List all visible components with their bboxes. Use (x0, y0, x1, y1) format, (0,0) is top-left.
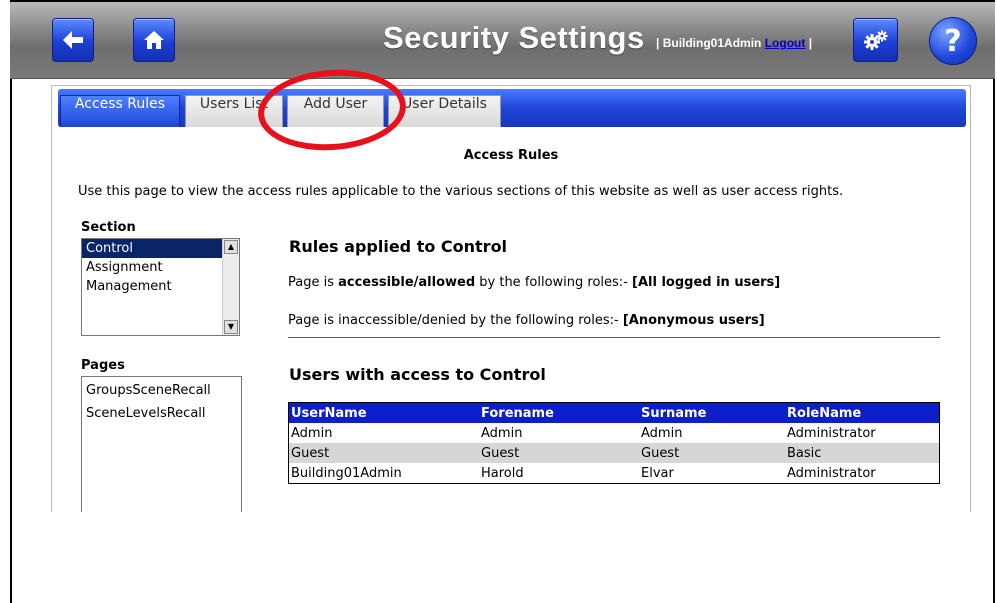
allowed-prefix: Page is (288, 275, 339, 290)
allowed-keyword: accessible/allowed (338, 275, 476, 290)
cell-surname: Guest (639, 443, 785, 463)
allowed-roles-line: Page is accessible/allowed by the follow… (288, 275, 780, 290)
divider (288, 337, 940, 338)
table-header-row: UserName Forename Surname RoleName (288, 402, 940, 423)
cell-rolename: Administrator (787, 425, 876, 441)
help-button[interactable]: ? (929, 17, 977, 65)
cell-username: Guest (288, 443, 479, 463)
cell-username: Building01Admin (291, 465, 402, 481)
denied-roles: [Anonymous users] (622, 313, 765, 328)
cell-username: Admin (291, 425, 333, 441)
users-title: Users with access to Control (289, 365, 546, 384)
allowed-mid: by the following roles:- (475, 275, 632, 290)
home-button[interactable] (133, 18, 175, 62)
tab-add-user[interactable]: Add User (287, 95, 384, 127)
denied-roles-line: Page is inaccessible/denied by the follo… (288, 313, 765, 328)
section-item-management[interactable]: Management (82, 277, 239, 296)
column-header-username[interactable]: UserName (288, 402, 479, 423)
tab-users-list[interactable]: Users List (185, 95, 283, 127)
settings-button[interactable] (853, 18, 898, 62)
rules-title: Rules applied to Control (289, 237, 508, 256)
scroll-down-icon[interactable]: ▼ (224, 320, 238, 334)
pages-item-groupsscenerecall[interactable]: GroupsSceneRecall (82, 379, 241, 402)
cell-surname: Elvar (641, 465, 674, 481)
section-listbox[interactable]: Control Assignment Management ▲ ▼ (81, 238, 240, 336)
header-bar: Security Settings | Building01Admin Logo… (10, 2, 995, 79)
back-arrow-icon (63, 31, 83, 49)
scroll-up-icon[interactable]: ▲ (224, 240, 238, 254)
home-icon (144, 31, 164, 49)
cell-surname: Admin (641, 425, 683, 441)
section-item-assignment[interactable]: Assignment (82, 258, 239, 277)
table-row[interactable]: Guest Guest Guest Basic (288, 443, 940, 463)
pages-item-scenelevelsrecall[interactable]: SceneLevelsRecall (82, 402, 241, 425)
users-table: UserName Forename Surname RoleName Admin… (288, 402, 940, 484)
section-scrollbar[interactable]: ▲ ▼ (222, 239, 239, 335)
section-label: Section (81, 220, 136, 235)
tab-user-details[interactable]: User Details (388, 95, 501, 127)
gears-icon (863, 30, 887, 50)
section-heading: Access Rules (463, 148, 559, 163)
intro-text: Use this page to view the access rules a… (78, 184, 844, 199)
tab-access-rules[interactable]: Access Rules (60, 95, 180, 127)
user-name: | Building01Admin (656, 36, 765, 50)
help-icon: ? (944, 23, 962, 59)
cell-forename: Admin (481, 425, 523, 441)
section-item-control[interactable]: Control (82, 239, 222, 258)
denied-prefix: Page is inaccessible/denied by the follo… (288, 313, 623, 328)
user-info-suffix: | (805, 36, 813, 50)
logout-link[interactable]: Logout (765, 36, 806, 50)
cell-forename: Harold (481, 465, 524, 481)
user-info: | Building01Admin Logout | (656, 36, 812, 50)
table-row[interactable]: Building01Admin Harold Elvar Administrat… (289, 463, 940, 484)
allowed-roles: [All logged in users] (632, 275, 781, 290)
cell-forename: Guest (479, 443, 639, 463)
cell-rolename: Administrator (787, 465, 876, 481)
column-header-forename[interactable]: Forename (479, 402, 639, 423)
page-title: Security Settings (383, 20, 645, 55)
cell-rolename: Basic (785, 443, 940, 463)
pages-listbox[interactable]: GroupsSceneRecall SceneLevelsRecall (81, 376, 242, 512)
back-button[interactable] (52, 18, 94, 62)
tab-strip: Access Rules Users List Add User User De… (58, 89, 966, 127)
column-header-surname[interactable]: Surname (639, 402, 785, 423)
column-header-rolename[interactable]: RoleName (785, 402, 940, 423)
pages-label: Pages (81, 358, 125, 373)
table-row[interactable]: Admin Admin Admin Administrator (289, 423, 940, 443)
content-panel: Access Rules Users List Add User User De… (51, 85, 971, 512)
